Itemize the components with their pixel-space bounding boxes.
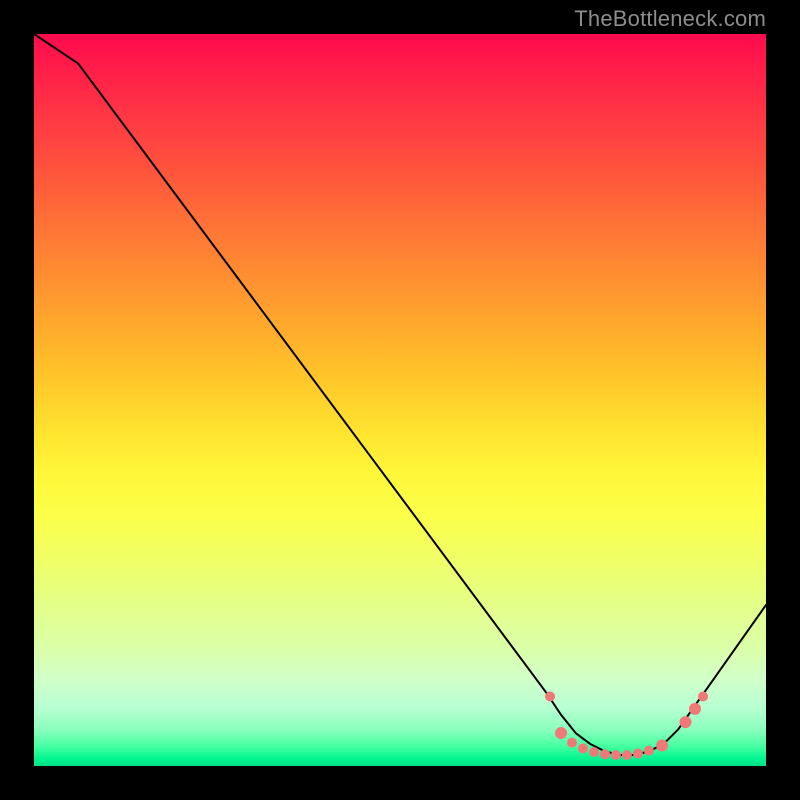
data-marker (622, 750, 632, 760)
plot-svg (34, 34, 766, 766)
data-marker (689, 703, 701, 715)
data-marker (545, 691, 555, 701)
data-marker (578, 743, 588, 753)
chart-canvas: TheBottleneck.com (0, 0, 800, 800)
data-marker (589, 747, 599, 757)
data-marker (600, 749, 610, 759)
data-marker (656, 740, 668, 752)
data-marker (567, 738, 577, 748)
attribution-text: TheBottleneck.com (574, 6, 766, 32)
plot-area (34, 34, 766, 766)
data-marker (611, 750, 621, 760)
data-marker (698, 691, 708, 701)
series-bottleneck-curve (34, 34, 766, 755)
curve-layer (34, 34, 766, 755)
data-marker (555, 727, 567, 739)
data-marker (679, 716, 691, 728)
data-marker (633, 749, 643, 759)
data-marker (644, 746, 654, 756)
